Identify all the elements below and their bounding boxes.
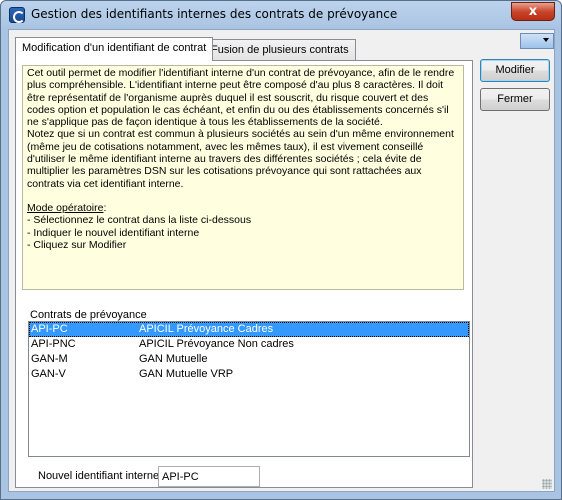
window-title: Gestion des identifiants internes des co… (31, 7, 398, 21)
procedure-heading-colon: : (103, 201, 107, 214)
close-icon: x (528, 4, 538, 19)
dialog-client-area: Modification d'un identifiant de contrat… (8, 29, 555, 492)
resize-grip[interactable] (542, 479, 552, 489)
procedure-heading-text: Mode opératoire (27, 201, 104, 214)
contract-row[interactable]: API-PNC APICIL Prévoyance Non cadres (29, 337, 469, 352)
close-button[interactable]: Fermer (480, 88, 550, 111)
contract-name: GAN Mutuelle VRP (139, 368, 234, 380)
main-window: Gestion des identifiants internes des co… (0, 0, 562, 500)
modify-button[interactable]: Modifier (480, 59, 550, 82)
contract-row[interactable]: GAN-M GAN Mutuelle (29, 352, 469, 367)
tab-panel-modification: Cet outil permet de modifier l'identifia… (15, 60, 473, 488)
contract-row[interactable]: GAN-V GAN Mutuelle VRP (29, 367, 469, 382)
contract-code: GAN-M (31, 353, 68, 365)
app-icon (9, 7, 25, 23)
new-id-input[interactable] (158, 466, 260, 487)
title-bar[interactable]: Gestion des identifiants internes des co… (1, 1, 561, 29)
new-id-label: Nouvel identifiant interne (38, 470, 160, 482)
help-paragraph-2: Notez que si un contrat est commun à plu… (27, 128, 454, 190)
tab-fusion[interactable]: Fusion de plusieurs contrats (204, 39, 356, 61)
contracts-list-label: Contrats de prévoyance (30, 309, 147, 321)
help-text-box: Cet outil permet de modifier l'identifia… (22, 65, 464, 290)
contract-name: GAN Mutuelle (139, 353, 208, 365)
procedure-step: - Cliquez sur Modifier (27, 238, 127, 251)
contract-code: GAN-V (31, 368, 66, 380)
tab-modification[interactable]: Modification d'un identifiant de contrat (15, 37, 214, 61)
procedure-step: - Indiquer le nouvel identifiant interne (27, 226, 200, 239)
contract-code: API-PC (31, 323, 68, 335)
procedure-step: - Sélectionnez le contrat dans la liste … (27, 214, 252, 227)
contract-code: API-PNC (31, 338, 76, 350)
tab-modification-label: Modification d'un identifiant de contrat (22, 42, 207, 54)
procedure-heading: Mode opératoire : (27, 202, 459, 214)
close-window-button[interactable]: x (511, 2, 555, 21)
contract-row[interactable]: API-PC APICIL Prévoyance Cadres (29, 322, 469, 337)
contract-name: APICIL Prévoyance Non cadres (139, 338, 294, 350)
help-paragraph-1: Cet outil permet de modifier l'identifia… (27, 67, 455, 129)
tab-fusion-label: Fusion de plusieurs contrats (211, 44, 349, 56)
options-dropdown[interactable] (520, 33, 554, 49)
contracts-listbox[interactable]: API-PC APICIL Prévoyance Cadres API-PNC … (28, 321, 470, 457)
contract-name: APICIL Prévoyance Cadres (139, 323, 274, 335)
